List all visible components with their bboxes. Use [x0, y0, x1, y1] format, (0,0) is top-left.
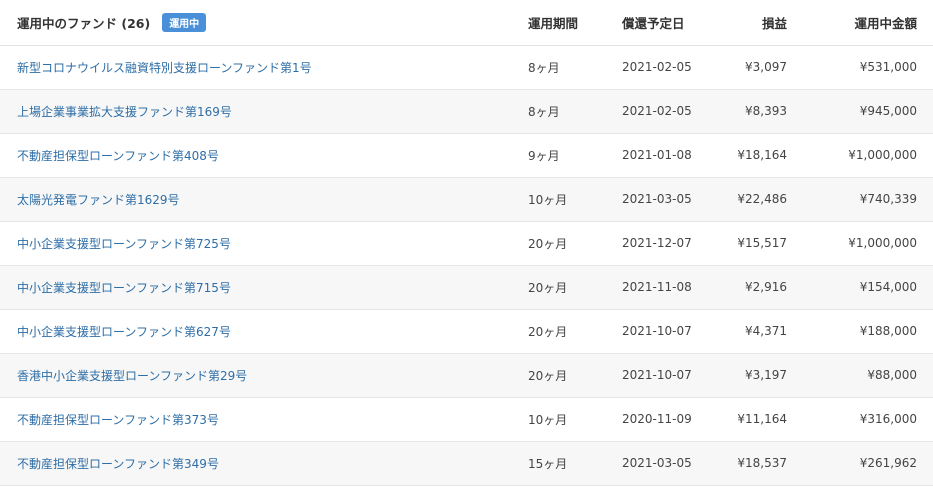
- amount-cell: ¥88,000: [867, 368, 917, 382]
- active-funds-table: 運用中のファンド (26) 運用中 運用期間 償還予定日 損益 運用中金額 新型コ…: [0, 0, 933, 486]
- fund-name-cell: 太陽光発電ファンド第1629号: [0, 177, 528, 221]
- fund-name-cell: 香港中小企業支援型ローンファンド第29号: [0, 353, 528, 397]
- fund-name-link[interactable]: 中小企業支援型ローンファンド第627号: [17, 325, 231, 339]
- period-cell: 8ヶ月: [528, 60, 560, 75]
- table-row: 中小企業支援型ローンファンド第627号 20ヶ月 2021-10-07 ¥4,3…: [0, 309, 933, 353]
- profit-cell: ¥4,371: [745, 324, 787, 338]
- redemption-date-cell: 2021-01-08: [622, 148, 692, 162]
- redemption-date-cell: 2021-12-07: [622, 236, 692, 250]
- profit-cell: ¥11,164: [737, 412, 787, 426]
- table-row: 太陽光発電ファンド第1629号 10ヶ月 2021-03-05 ¥22,486 …: [0, 177, 933, 221]
- table-title: 運用中のファンド (26): [17, 15, 151, 31]
- amount-cell: ¥316,000: [859, 412, 917, 426]
- amount-cell: ¥154,000: [859, 280, 917, 294]
- redemption-date-cell: 2021-03-05: [622, 456, 692, 470]
- profit-cell: ¥2,916: [745, 280, 787, 294]
- fund-name-link[interactable]: 香港中小企業支援型ローンファンド第29号: [17, 369, 247, 383]
- table-row: 不動産担保型ローンファンド第349号 15ヶ月 2021-03-05 ¥18,5…: [0, 441, 933, 485]
- period-cell: 15ヶ月: [528, 456, 568, 471]
- fund-name-cell: 中小企業支援型ローンファンド第725号: [0, 221, 528, 265]
- period-cell: 8ヶ月: [528, 104, 560, 119]
- period-cell: 20ヶ月: [528, 368, 568, 383]
- period-cell: 10ヶ月: [528, 412, 568, 427]
- fund-name-cell: 不動産担保型ローンファンド第408号: [0, 133, 528, 177]
- fund-name-link[interactable]: 不動産担保型ローンファンド第349号: [17, 457, 219, 471]
- fund-name-cell: 不動産担保型ローンファンド第373号: [0, 397, 528, 441]
- redemption-date-cell: 2021-10-07: [622, 324, 692, 338]
- table-row: 新型コロナウイルス融資特別支援ローンファンド第1号 8ヶ月 2021-02-05…: [0, 45, 933, 89]
- table-row: 中小企業支援型ローンファンド第715号 20ヶ月 2021-11-08 ¥2,9…: [0, 265, 933, 309]
- amount-cell: ¥740,339: [859, 192, 917, 206]
- column-header-period: 運用期間: [528, 15, 579, 31]
- fund-name-link[interactable]: 中小企業支援型ローンファンド第715号: [17, 281, 231, 295]
- table-title-cell: 運用中のファンド (26) 運用中: [0, 0, 528, 45]
- amount-cell: ¥1,000,000: [848, 148, 917, 162]
- table-row: 不動産担保型ローンファンド第373号 10ヶ月 2020-11-09 ¥11,1…: [0, 397, 933, 441]
- redemption-date-cell: 2021-03-05: [622, 192, 692, 206]
- fund-name-cell: 新型コロナウイルス融資特別支援ローンファンド第1号: [0, 45, 528, 89]
- amount-cell: ¥531,000: [859, 60, 917, 74]
- column-header-amount: 運用中金額: [854, 15, 917, 31]
- redemption-date-cell: 2021-10-07: [622, 368, 692, 382]
- profit-cell: ¥3,197: [745, 368, 787, 382]
- redemption-date-cell: 2020-11-09: [622, 412, 692, 426]
- table-row: 香港中小企業支援型ローンファンド第29号 20ヶ月 2021-10-07 ¥3,…: [0, 353, 933, 397]
- amount-cell: ¥945,000: [859, 104, 917, 118]
- fund-name-link[interactable]: 太陽光発電ファンド第1629号: [17, 193, 180, 207]
- amount-cell: ¥188,000: [859, 324, 917, 338]
- table-row: 上場企業事業拡大支援ファンド第169号 8ヶ月 2021-02-05 ¥8,39…: [0, 89, 933, 133]
- profit-cell: ¥22,486: [737, 192, 787, 206]
- fund-name-link[interactable]: 中小企業支援型ローンファンド第725号: [17, 237, 231, 251]
- profit-cell: ¥8,393: [745, 104, 787, 118]
- profit-cell: ¥18,537: [737, 456, 787, 470]
- fund-name-cell: 中小企業支援型ローンファンド第715号: [0, 265, 528, 309]
- fund-name-link[interactable]: 新型コロナウイルス融資特別支援ローンファンド第1号: [17, 61, 312, 75]
- amount-cell: ¥261,962: [859, 456, 917, 470]
- fund-name-link[interactable]: 不動産担保型ローンファンド第408号: [17, 149, 219, 163]
- status-badge: 運用中: [162, 12, 207, 32]
- profit-cell: ¥18,164: [737, 148, 787, 162]
- table-row: 中小企業支援型ローンファンド第725号 20ヶ月 2021-12-07 ¥15,…: [0, 221, 933, 265]
- redemption-date-cell: 2021-02-05: [622, 104, 692, 118]
- fund-name-cell: 不動産担保型ローンファンド第349号: [0, 441, 528, 485]
- fund-name-link[interactable]: 不動産担保型ローンファンド第373号: [17, 413, 219, 427]
- period-cell: 20ヶ月: [528, 236, 568, 251]
- column-header-redemption-date: 償還予定日: [622, 15, 685, 31]
- fund-name-cell: 上場企業事業拡大支援ファンド第169号: [0, 89, 528, 133]
- period-cell: 20ヶ月: [528, 324, 568, 339]
- profit-cell: ¥3,097: [745, 60, 787, 74]
- fund-name-cell: 中小企業支援型ローンファンド第627号: [0, 309, 528, 353]
- fund-name-link[interactable]: 上場企業事業拡大支援ファンド第169号: [17, 105, 232, 119]
- column-header-profit: 損益: [761, 15, 787, 31]
- period-cell: 9ヶ月: [528, 148, 560, 163]
- period-cell: 10ヶ月: [528, 192, 568, 207]
- table-header-row: 運用中のファンド (26) 運用中 運用期間 償還予定日 損益 運用中金額: [0, 0, 933, 45]
- profit-cell: ¥15,517: [737, 236, 787, 250]
- amount-cell: ¥1,000,000: [848, 236, 917, 250]
- table-row: 不動産担保型ローンファンド第408号 9ヶ月 2021-01-08 ¥18,16…: [0, 133, 933, 177]
- redemption-date-cell: 2021-11-08: [622, 280, 692, 294]
- period-cell: 20ヶ月: [528, 280, 568, 295]
- redemption-date-cell: 2021-02-05: [622, 60, 692, 74]
